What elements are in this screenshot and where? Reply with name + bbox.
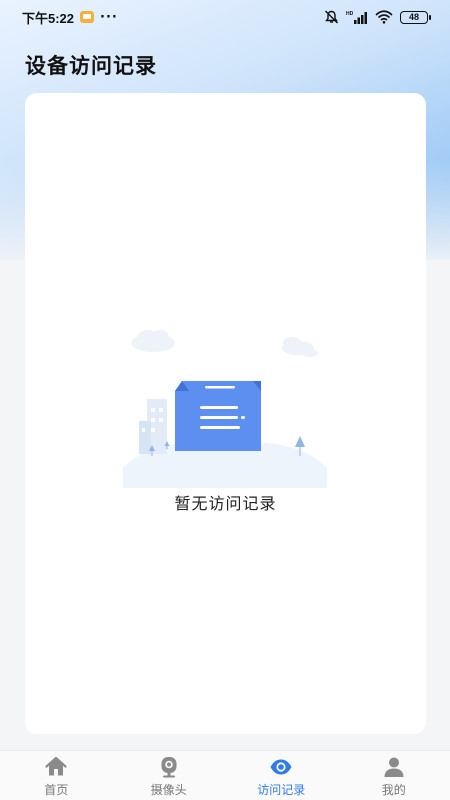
tab-home-label: 首页 bbox=[44, 783, 69, 797]
user-icon bbox=[384, 757, 404, 777]
cloud-left-icon bbox=[131, 330, 175, 352]
empty-state-message: 暂无访问记录 bbox=[174, 494, 277, 513]
battery-indicator: 48 bbox=[400, 10, 431, 24]
page-title: 设备访问记录 bbox=[25, 54, 157, 78]
bottom-tab-bar: 首页 摄像头 访问记录 我的 bbox=[0, 750, 450, 800]
eye-icon bbox=[270, 759, 292, 775]
tab-access-records[interactable]: 访问记录 bbox=[225, 751, 338, 800]
camera-icon bbox=[161, 757, 177, 778]
tab-mine[interactable]: 我的 bbox=[338, 751, 450, 800]
status-left: 下午5:22 ··· bbox=[22, 8, 118, 27]
document-folder-icon bbox=[175, 381, 261, 451]
tab-mine-label: 我的 bbox=[381, 783, 406, 797]
records-card: 暂无访问记录 bbox=[25, 93, 426, 734]
more-notifications-icon: ··· bbox=[100, 9, 118, 25]
tab-camera[interactable]: 摄像头 bbox=[113, 751, 226, 800]
mute-icon bbox=[325, 10, 338, 24]
building-icon bbox=[139, 399, 167, 454]
home-icon bbox=[45, 756, 67, 776]
tab-access-records-label: 访问记录 bbox=[257, 783, 306, 797]
svg-text:HD: HD bbox=[346, 11, 354, 17]
status-right: HD 48 bbox=[324, 10, 431, 24]
tab-camera-label: 摄像头 bbox=[150, 783, 187, 797]
signal-icon: HD bbox=[346, 11, 367, 24]
message-notification-icon bbox=[80, 11, 95, 23]
tab-home[interactable]: 首页 bbox=[0, 751, 113, 800]
status-bar: 下午5:22 ··· HD 48 bbox=[0, 0, 450, 34]
cloud-right-icon bbox=[282, 337, 318, 357]
wifi-icon bbox=[375, 10, 393, 24]
empty-state-illustration bbox=[123, 330, 327, 488]
status-time: 下午5:22 bbox=[22, 10, 75, 26]
